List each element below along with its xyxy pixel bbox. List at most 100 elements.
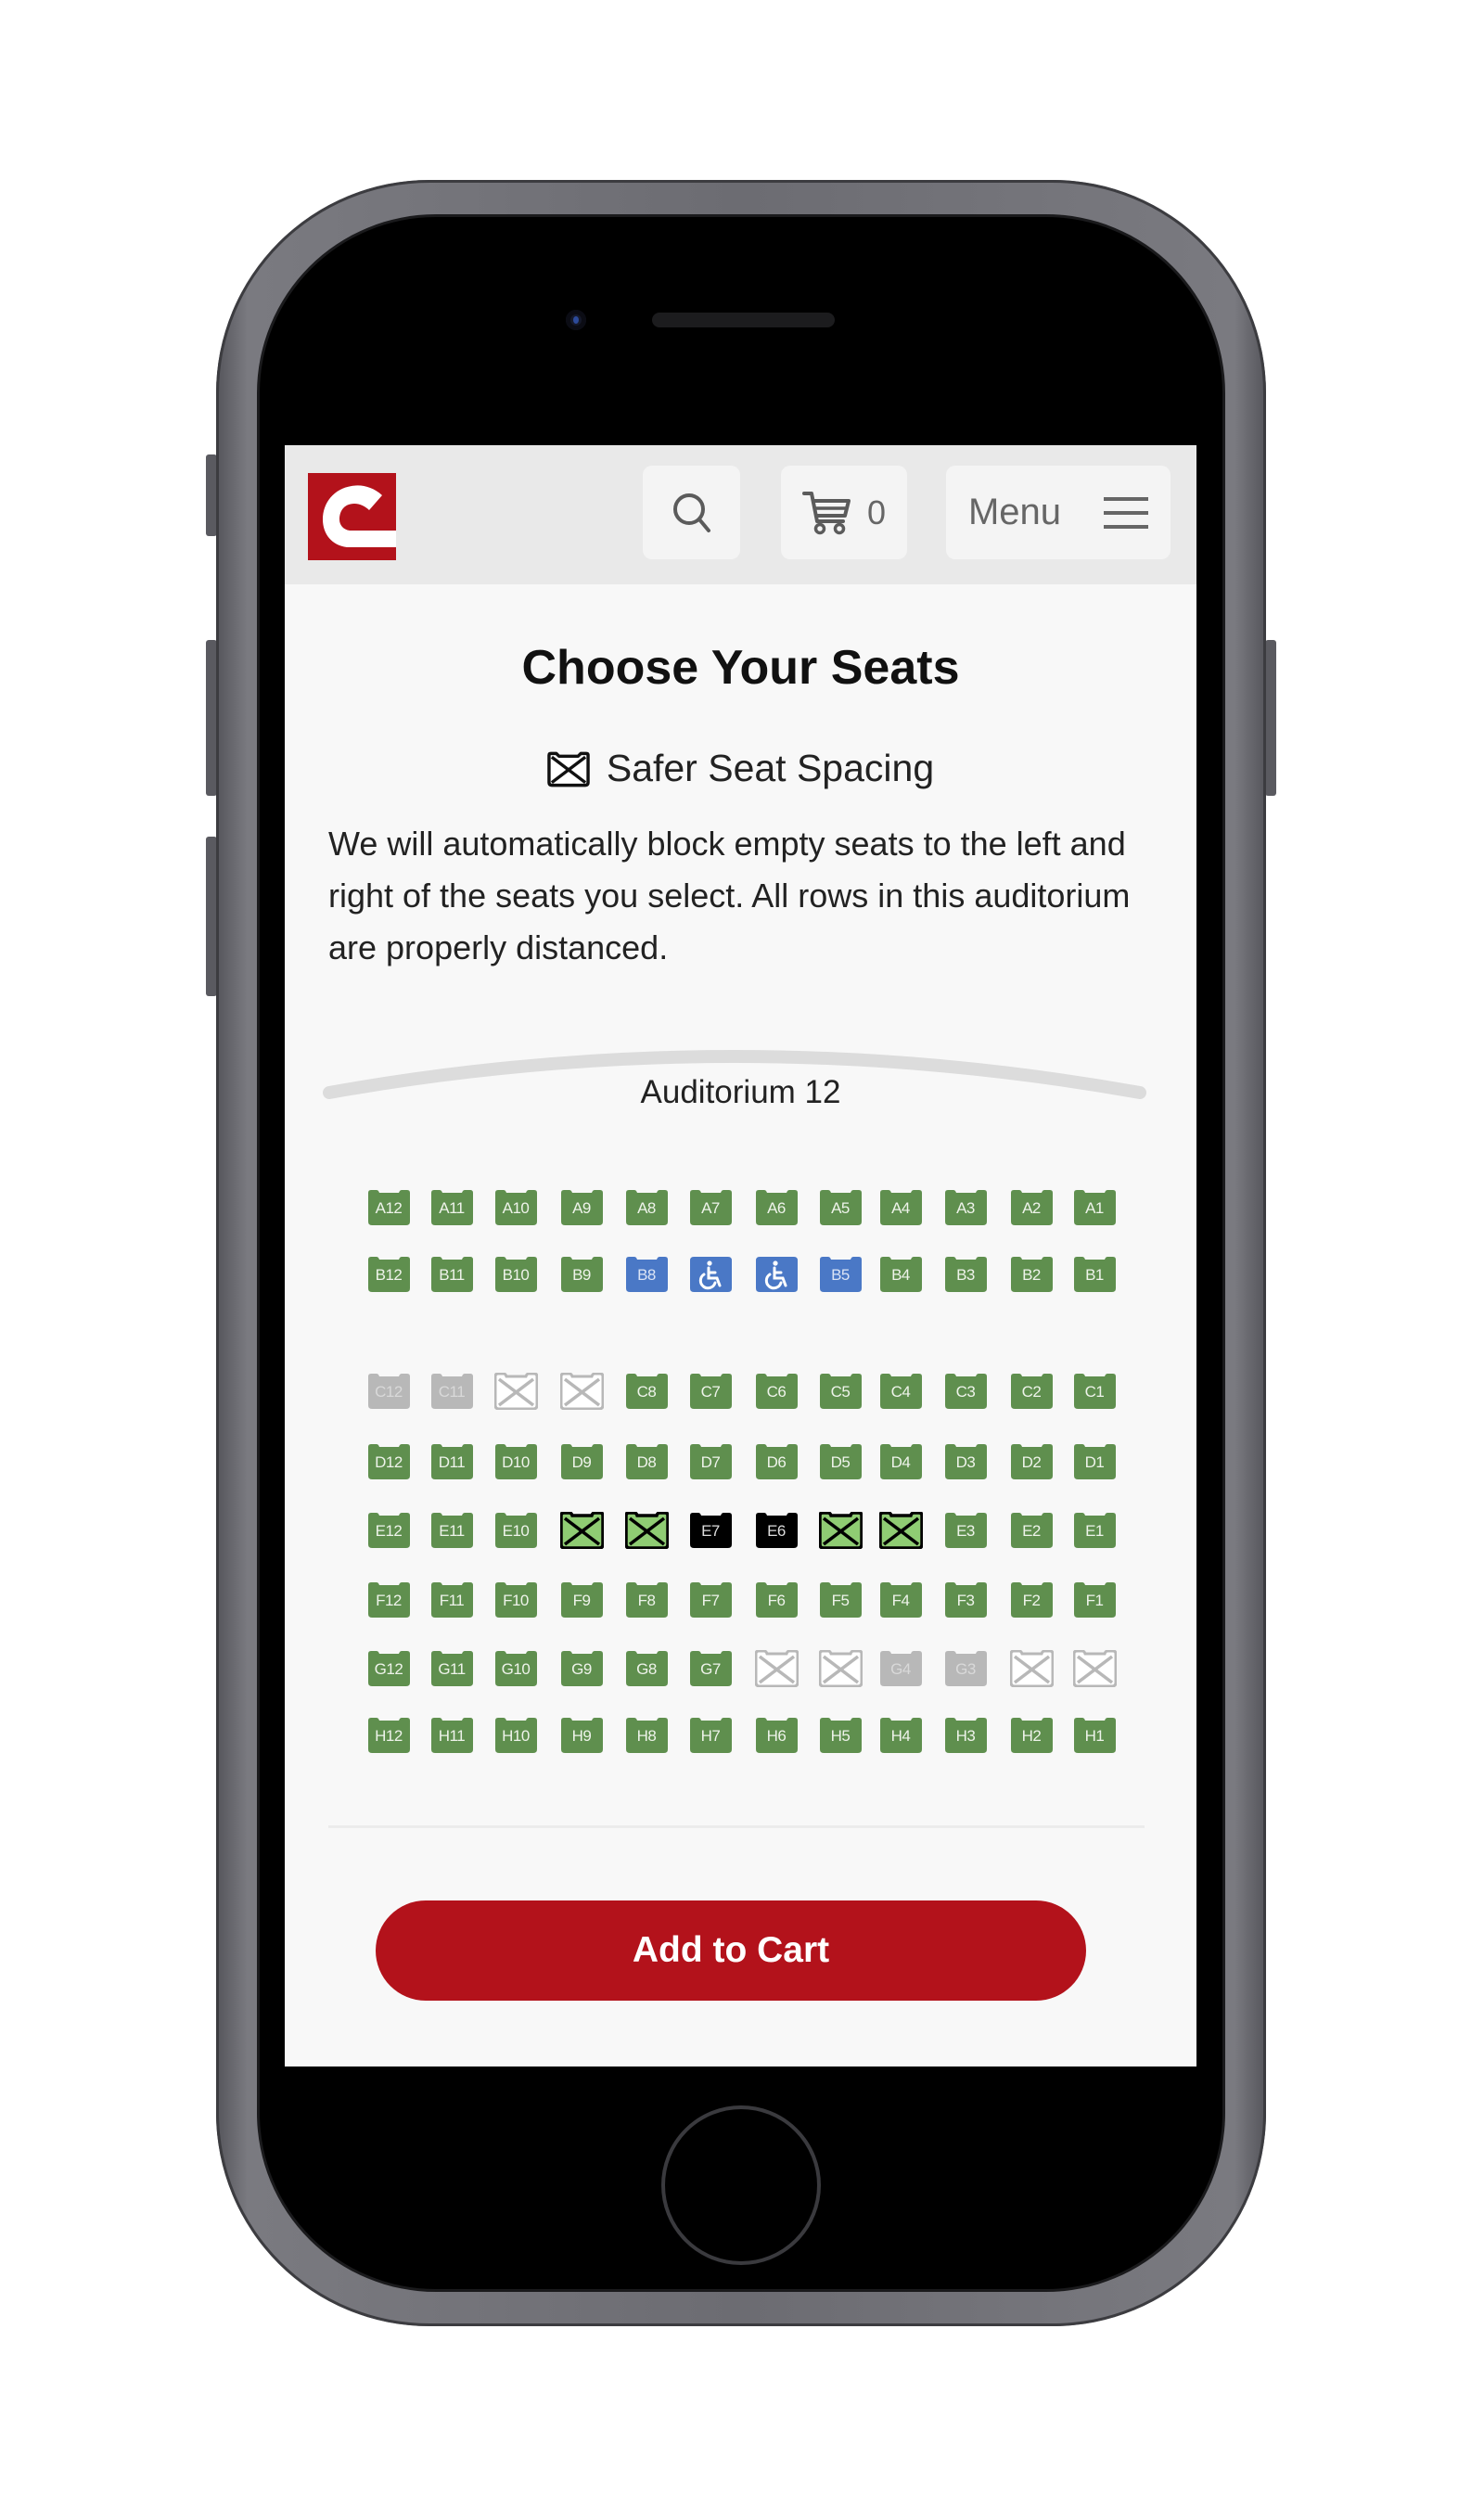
seat-h9[interactable]: H9	[560, 1717, 604, 1754]
seat-c1[interactable]: C1	[1073, 1373, 1117, 1410]
seat-b7[interactable]	[689, 1256, 733, 1293]
seat-h12[interactable]: H12	[367, 1717, 411, 1754]
seat-a1[interactable]: A1	[1073, 1189, 1117, 1226]
seat-c11[interactable]: C11	[430, 1373, 474, 1410]
seat-c12[interactable]: C12	[367, 1373, 411, 1410]
seat-h7[interactable]: H7	[689, 1717, 733, 1754]
seat-f11[interactable]: F11	[430, 1581, 474, 1619]
search-button[interactable]	[643, 466, 740, 559]
seat-c4[interactable]: C4	[879, 1373, 923, 1410]
seat-f2[interactable]: F2	[1010, 1581, 1054, 1619]
seat-c8[interactable]: C8	[625, 1373, 669, 1410]
seat-f4[interactable]: F4	[879, 1581, 923, 1619]
seat-d9[interactable]: D9	[560, 1443, 604, 1480]
seat-h3[interactable]: H3	[944, 1717, 988, 1754]
seat-h11[interactable]: H11	[430, 1717, 474, 1754]
seat-d8[interactable]: D8	[625, 1443, 669, 1480]
seat-d1[interactable]: D1	[1073, 1443, 1117, 1480]
seat-f7[interactable]: F7	[689, 1581, 733, 1619]
seat-f6[interactable]: F6	[755, 1581, 799, 1619]
seat-a12[interactable]: A12	[367, 1189, 411, 1226]
seat-d6[interactable]: D6	[755, 1443, 799, 1480]
seat-e2[interactable]: E2	[1010, 1512, 1054, 1549]
seat-g12[interactable]: G12	[367, 1650, 411, 1687]
seat-h4[interactable]: H4	[879, 1717, 923, 1754]
seat-e5[interactable]	[818, 1512, 863, 1549]
seat-g10[interactable]: G10	[494, 1650, 538, 1687]
seat-h6[interactable]: H6	[755, 1717, 799, 1754]
seat-d3[interactable]: D3	[944, 1443, 988, 1480]
seat-c5[interactable]: C5	[819, 1373, 863, 1410]
seat-g11[interactable]: G11	[430, 1650, 474, 1687]
seat-b3[interactable]: B3	[944, 1256, 988, 1293]
menu-button[interactable]: Menu	[946, 466, 1171, 559]
seat-f5[interactable]: F5	[819, 1581, 863, 1619]
seat-c9[interactable]	[559, 1373, 604, 1410]
seat-a6[interactable]: A6	[755, 1189, 799, 1226]
seat-f3[interactable]: F3	[944, 1581, 988, 1619]
seat-e10[interactable]: E10	[494, 1512, 538, 1549]
brand-logo[interactable]	[308, 473, 396, 560]
seat-g8[interactable]: G8	[625, 1650, 669, 1687]
seat-b12[interactable]: B12	[367, 1256, 411, 1293]
seat-f10[interactable]: F10	[494, 1581, 538, 1619]
seat-c3[interactable]: C3	[944, 1373, 988, 1410]
seat-a11[interactable]: A11	[430, 1189, 474, 1226]
seat-c10[interactable]	[493, 1373, 538, 1410]
seat-b8[interactable]: B8	[625, 1256, 669, 1293]
seat-f8[interactable]: F8	[625, 1581, 669, 1619]
seat-a5[interactable]: A5	[819, 1189, 863, 1226]
seat-d12[interactable]: D12	[367, 1443, 411, 1480]
seat-f12[interactable]: F12	[367, 1581, 411, 1619]
seat-e7[interactable]: E7	[689, 1512, 733, 1549]
seat-d11[interactable]: D11	[430, 1443, 474, 1480]
seat-a2[interactable]: A2	[1010, 1189, 1054, 1226]
seat-g4[interactable]: G4	[879, 1650, 923, 1687]
seat-f1[interactable]: F1	[1073, 1581, 1117, 1619]
seat-b5[interactable]: B5	[819, 1256, 863, 1293]
seat-e6[interactable]: E6	[755, 1512, 799, 1549]
seat-a3[interactable]: A3	[944, 1189, 988, 1226]
seat-d2[interactable]: D2	[1010, 1443, 1054, 1480]
seat-h5[interactable]: H5	[819, 1717, 863, 1754]
seat-f9[interactable]: F9	[560, 1581, 604, 1619]
seat-g7[interactable]: G7	[689, 1650, 733, 1687]
seat-e3[interactable]: E3	[944, 1512, 988, 1549]
seat-g5[interactable]	[818, 1650, 863, 1687]
seat-a10[interactable]: A10	[494, 1189, 538, 1226]
seat-e4[interactable]	[878, 1512, 923, 1549]
seat-g1[interactable]	[1072, 1650, 1117, 1687]
seat-a8[interactable]: A8	[625, 1189, 669, 1226]
seat-g3[interactable]: G3	[944, 1650, 988, 1687]
cart-button[interactable]: 0	[781, 466, 907, 559]
seat-b9[interactable]: B9	[560, 1256, 604, 1293]
seat-a4[interactable]: A4	[879, 1189, 923, 1226]
seat-d7[interactable]: D7	[689, 1443, 733, 1480]
seat-c6[interactable]: C6	[755, 1373, 799, 1410]
seat-h1[interactable]: H1	[1073, 1717, 1117, 1754]
seat-b4[interactable]: B4	[879, 1256, 923, 1293]
seat-d10[interactable]: D10	[494, 1443, 538, 1480]
seat-g2[interactable]	[1009, 1650, 1054, 1687]
seat-d4[interactable]: D4	[879, 1443, 923, 1480]
seat-h2[interactable]: H2	[1010, 1717, 1054, 1754]
seat-b6[interactable]	[755, 1256, 799, 1293]
seat-e11[interactable]: E11	[430, 1512, 474, 1549]
seat-b10[interactable]: B10	[494, 1256, 538, 1293]
seat-b1[interactable]: B1	[1073, 1256, 1117, 1293]
seat-a9[interactable]: A9	[560, 1189, 604, 1226]
seat-b11[interactable]: B11	[430, 1256, 474, 1293]
seat-a7[interactable]: A7	[689, 1189, 733, 1226]
add-to-cart-button[interactable]: Add to Cart	[376, 1900, 1086, 2001]
seat-g6[interactable]	[754, 1650, 799, 1687]
seat-b2[interactable]: B2	[1010, 1256, 1054, 1293]
seat-h8[interactable]: H8	[625, 1717, 669, 1754]
seat-h10[interactable]: H10	[494, 1717, 538, 1754]
seat-d5[interactable]: D5	[819, 1443, 863, 1480]
seat-e1[interactable]: E1	[1073, 1512, 1117, 1549]
home-button[interactable]	[661, 2105, 821, 2265]
seat-e8[interactable]	[624, 1512, 669, 1549]
seat-c2[interactable]: C2	[1010, 1373, 1054, 1410]
seat-c7[interactable]: C7	[689, 1373, 733, 1410]
seat-e9[interactable]	[559, 1512, 604, 1549]
